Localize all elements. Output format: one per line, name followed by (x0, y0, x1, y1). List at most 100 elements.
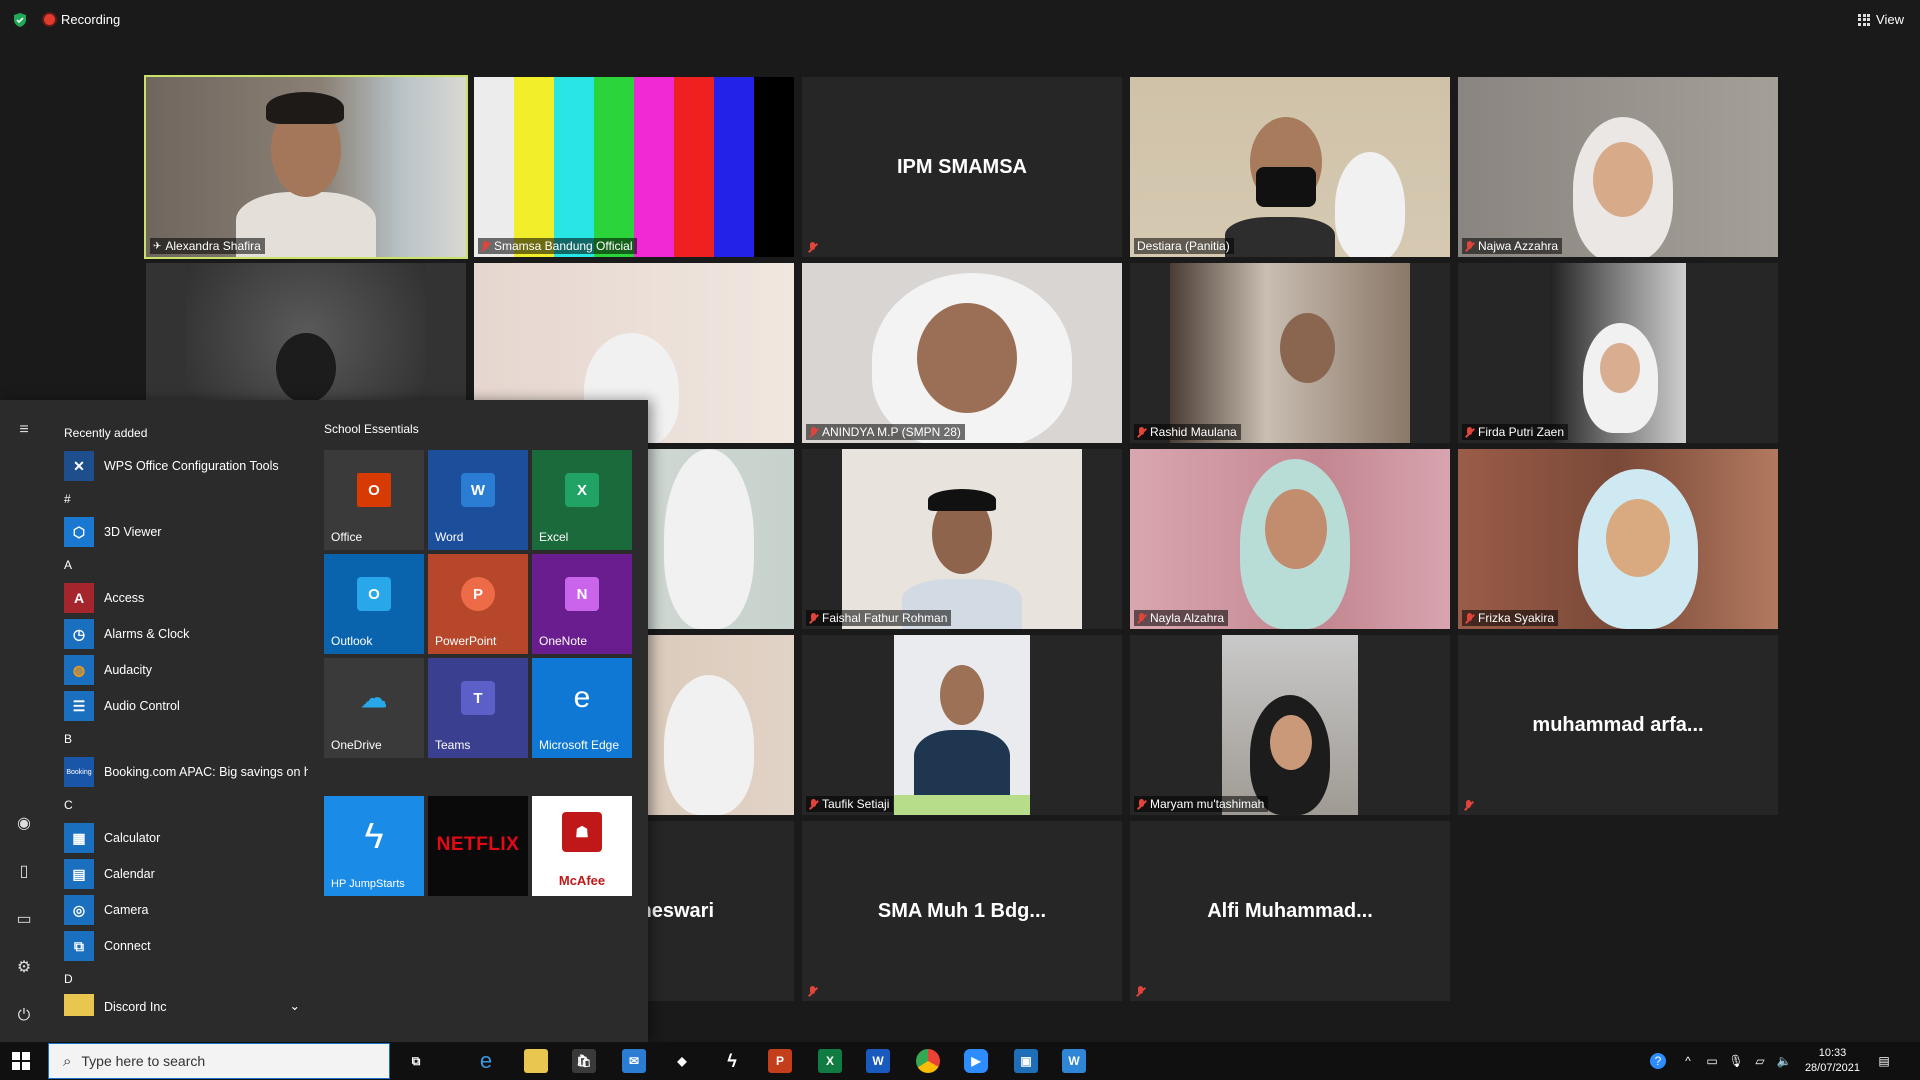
tile-microsoft-edge[interactable]: e Microsoft Edge (532, 658, 632, 758)
app-group-letter[interactable]: C (58, 790, 308, 820)
tile-word[interactable]: W Word (428, 450, 528, 550)
recording-indicator[interactable]: Recording (44, 12, 120, 27)
zoom-icon[interactable]: ▶ (964, 1049, 988, 1073)
settings-gear-icon[interactable]: ⚙ (14, 958, 34, 978)
app-list-item[interactable]: ☰ Audio Control (58, 688, 308, 724)
app-list-item[interactable]: ◍ Audacity (58, 652, 308, 688)
muted-mic-icon (1465, 240, 1474, 252)
onenote-icon: N (565, 577, 599, 611)
participant-tile[interactable]: Faishal Fathur Rohman (802, 449, 1122, 629)
participant-tile[interactable]: Taufik Setiaji (802, 635, 1122, 815)
notifications-icon[interactable]: ▤ (1876, 1053, 1892, 1069)
encryption-shield-icon[interactable] (12, 12, 28, 28)
app-list-item[interactable]: ▤ Calendar (58, 856, 308, 892)
app-list-item[interactable]: Discord Inc ⌄ (58, 994, 308, 1016)
microphone-icon[interactable]: 🎙 (1728, 1053, 1744, 1069)
view-button[interactable]: View (1858, 12, 1904, 27)
file-explorer-icon[interactable] (524, 1049, 548, 1073)
taskbar-search-box[interactable]: ⌕ Type here to search (48, 1043, 390, 1079)
search-placeholder: Type here to search (81, 1053, 206, 1069)
record-dot-icon (44, 14, 55, 25)
tile-outlook[interactable]: O Outlook (324, 554, 424, 654)
participant-name-label: Najwa Azzahra (1462, 238, 1563, 254)
tile-teams[interactable]: T Teams (428, 658, 528, 758)
app-list-item[interactable]: ✕ WPS Office Configuration Tools (58, 448, 308, 484)
participant-tile[interactable]: IPM SMAMSA (802, 77, 1122, 257)
3d-viewer-icon: ⬡ (64, 517, 94, 547)
tile-netflix[interactable]: NETFLIX (428, 796, 528, 896)
participant-name-label: ANINDYA M.P (SMPN 28) (806, 424, 965, 440)
participant-tile[interactable]: Najwa Azzahra (1458, 77, 1778, 257)
app-list-item[interactable]: ◷ Alarms & Clock (58, 616, 308, 652)
participant-tile[interactable]: ANINDYA M.P (SMPN 28) (802, 263, 1122, 443)
clock[interactable]: 10:33 28/07/2021 (1805, 1046, 1860, 1076)
help-icon[interactable]: ? (1650, 1053, 1666, 1069)
app-group-letter[interactable]: B (58, 724, 308, 754)
app-list-item[interactable]: ◎ Camera (58, 892, 308, 928)
tile-excel[interactable]: X Excel (532, 450, 632, 550)
network-icon[interactable]: ▭ (1704, 1053, 1720, 1069)
participant-tile[interactable]: Nayla Alzahra (1130, 449, 1450, 629)
app-group-letter[interactable]: # (58, 484, 308, 514)
volume-icon[interactable]: 🔈 (1776, 1053, 1792, 1069)
app-group-letter[interactable]: D (58, 964, 308, 994)
word-taskbar-icon[interactable]: W (866, 1049, 890, 1073)
participant-tile[interactable]: Maryam mu'tashimah (1130, 635, 1450, 815)
wps-taskbar-icon[interactable]: W (1062, 1049, 1086, 1073)
app-list-item[interactable]: ▦ Calculator (58, 820, 308, 856)
teams-icon: T (461, 681, 495, 715)
app-list-item[interactable]: Booking Booking.com APAC: Big savings on… (58, 754, 308, 790)
powerpoint-taskbar-icon[interactable]: P (768, 1049, 792, 1073)
participant-name-label: Faishal Fathur Rohman (806, 610, 952, 626)
tile-hp-jumpstarts[interactable]: ϟ HP JumpStarts (324, 796, 424, 896)
hp-jumpstart-taskbar-icon[interactable]: ϟ (720, 1049, 744, 1073)
participant-tile[interactable]: Smamsa Bandung Official (474, 77, 794, 257)
edge-icon: e (573, 681, 591, 714)
store-icon[interactable]: 🛍 (572, 1049, 596, 1073)
mail-icon[interactable]: ✉ (622, 1049, 646, 1073)
participant-tile[interactable]: Destiara (Panitia) (1130, 77, 1450, 257)
power-icon[interactable]: ⏻ (14, 1006, 34, 1026)
participant-name-label: Firda Putri Zaen (1462, 424, 1569, 440)
windows-start-button[interactable] (12, 1052, 30, 1070)
app-list-item[interactable]: ⬡ 3D Viewer (58, 514, 308, 550)
app-window-icon[interactable]: ▣ (1014, 1049, 1038, 1073)
app-list-item[interactable]: ⧉ Connect (58, 928, 308, 964)
excel-taskbar-icon[interactable]: X (818, 1049, 842, 1073)
participant-tile[interactable]: Firda Putri Zaen (1458, 263, 1778, 443)
documents-icon[interactable]: ▯ (14, 862, 34, 882)
participant-tile[interactable]: Rashid Maulana (1130, 263, 1450, 443)
muted-mic-icon (809, 798, 818, 810)
participant-tile[interactable]: Frizka Syakira (1458, 449, 1778, 629)
task-view-icon[interactable]: ⧉ (404, 1049, 428, 1073)
participant-video (1130, 263, 1450, 443)
muted-mic-icon (1465, 426, 1474, 438)
tile-onedrive[interactable]: ☁ OneDrive (324, 658, 424, 758)
app-group-letter[interactable]: A (58, 550, 308, 580)
participant-video (802, 449, 1122, 629)
chevron-up-icon[interactable]: ^ (1680, 1053, 1696, 1069)
participant-video (1130, 449, 1450, 629)
chrome-icon[interactable] (916, 1049, 940, 1073)
display-icon[interactable]: ▱ (1752, 1053, 1768, 1069)
dropbox-icon[interactable]: ◆ (670, 1049, 694, 1073)
participant-tile[interactable]: muhammad arfa... (1458, 635, 1778, 815)
participant-tile[interactable]: ✈ Alexandra Shafira (144, 75, 468, 259)
participant-name-label: Rashid Maulana (1134, 424, 1241, 440)
muted-mic-icon (1136, 986, 1145, 997)
participant-name-label: Nayla Alzahra (1134, 610, 1229, 626)
participant-tile[interactable]: SMA Muh 1 Bdg... (802, 821, 1122, 1001)
user-account-icon[interactable]: ◉ (14, 814, 34, 834)
chevron-down-icon: ⌄ (289, 999, 300, 1013)
edge-taskbar-icon[interactable]: e (474, 1048, 498, 1073)
netflix-logo: NETFLIX (436, 834, 520, 855)
tile-office[interactable]: O Office (324, 450, 424, 550)
tile-mcafee[interactable]: ☗ McAfee (532, 796, 632, 896)
tile-powerpoint[interactable]: P PowerPoint (428, 554, 528, 654)
participant-name-label: Taufik Setiaji (806, 796, 894, 812)
app-list-item[interactable]: A Access (58, 580, 308, 616)
tile-onenote[interactable]: N OneNote (532, 554, 632, 654)
participant-tile[interactable]: Alfi Muhammad... (1130, 821, 1450, 1001)
hamburger-menu-icon[interactable]: ≡ (14, 420, 34, 440)
pictures-icon[interactable]: ▭ (14, 910, 34, 930)
